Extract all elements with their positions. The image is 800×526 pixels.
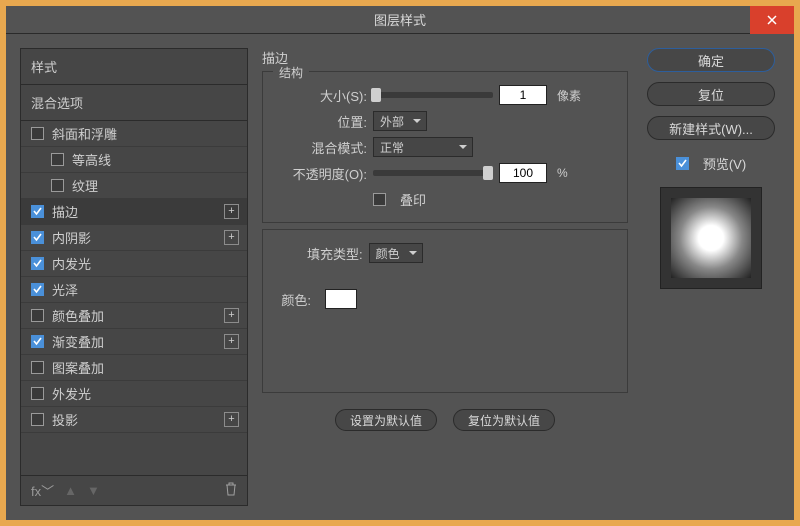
effect-item-8[interactable]: 渐变叠加 + xyxy=(21,329,247,355)
layer-style-dialog: 图层样式 样式 混合选项 斜面和浮雕等高线纹理描边+内阴影+内发光光泽颜色叠加+… xyxy=(6,6,794,520)
stroke-settings-panel: 描边 结构 大小(S): 像素 位置: 外部 混合模式: 正常 xyxy=(262,48,628,506)
size-input[interactable] xyxy=(499,85,547,105)
effect-label: 描边 xyxy=(52,202,78,221)
add-effect-icon[interactable]: + xyxy=(224,230,239,245)
effect-label: 光泽 xyxy=(52,280,78,299)
effect-checkbox[interactable] xyxy=(31,387,44,400)
effect-checkbox[interactable] xyxy=(51,153,64,166)
effect-label: 斜面和浮雕 xyxy=(52,124,117,143)
effect-item-5[interactable]: 内发光 xyxy=(21,251,247,277)
effect-checkbox[interactable] xyxy=(31,283,44,296)
filltype-label: 填充类型: xyxy=(307,244,363,263)
effect-item-0[interactable]: 斜面和浮雕 xyxy=(21,121,247,147)
effect-label: 投影 xyxy=(52,410,78,429)
set-default-button[interactable]: 设置为默认值 xyxy=(335,409,437,431)
close-icon xyxy=(767,15,777,25)
preview-box xyxy=(660,187,762,289)
size-slider[interactable] xyxy=(373,92,493,98)
preview-label: 预览(V) xyxy=(703,154,746,173)
overprint-checkbox[interactable] xyxy=(373,193,386,206)
reset-default-button[interactable]: 复位为默认值 xyxy=(453,409,555,431)
effect-checkbox[interactable] xyxy=(31,361,44,374)
ok-button[interactable]: 确定 xyxy=(647,48,775,72)
effect-item-9[interactable]: 图案叠加 xyxy=(21,355,247,381)
sidebar-header-styles[interactable]: 样式 xyxy=(21,49,247,85)
effect-label: 纹理 xyxy=(72,176,98,195)
effect-label: 外发光 xyxy=(52,384,91,403)
opacity-label: 不透明度(O): xyxy=(277,164,367,183)
effect-label: 内发光 xyxy=(52,254,91,273)
color-label: 颜色: xyxy=(277,290,311,309)
effect-item-6[interactable]: 光泽 xyxy=(21,277,247,303)
effect-checkbox[interactable] xyxy=(31,257,44,270)
effect-checkbox[interactable] xyxy=(31,335,44,348)
opacity-input[interactable] xyxy=(499,163,547,183)
effect-item-7[interactable]: 颜色叠加 + xyxy=(21,303,247,329)
effect-item-1[interactable]: 等高线 xyxy=(21,147,247,173)
sidebar-header-blend-options[interactable]: 混合选项 xyxy=(21,85,247,121)
effect-checkbox[interactable] xyxy=(31,413,44,426)
effect-item-2[interactable]: 纹理 xyxy=(21,173,247,199)
effect-checkbox[interactable] xyxy=(31,309,44,322)
fill-fieldset: 填充类型: 颜色 颜色: xyxy=(262,229,628,393)
effect-item-10[interactable]: 外发光 xyxy=(21,381,247,407)
structure-legend: 结构 xyxy=(273,64,309,81)
move-up-icon[interactable]: ▲ xyxy=(64,483,77,498)
size-unit: 像素 xyxy=(557,87,581,104)
effect-checkbox[interactable] xyxy=(31,205,44,218)
size-label: 大小(S): xyxy=(277,86,367,105)
position-select[interactable]: 外部 xyxy=(373,111,427,131)
add-effect-icon[interactable]: + xyxy=(224,308,239,323)
reset-button[interactable]: 复位 xyxy=(647,82,775,106)
effect-label: 颜色叠加 xyxy=(52,306,104,325)
window-title: 图层样式 xyxy=(374,10,426,29)
effect-item-4[interactable]: 内阴影 + xyxy=(21,225,247,251)
dialog-actions: 确定 复位 新建样式(W)... 预览(V) xyxy=(642,48,780,506)
opacity-slider[interactable] xyxy=(373,170,493,176)
add-effect-icon[interactable]: + xyxy=(224,334,239,349)
effect-checkbox[interactable] xyxy=(31,231,44,244)
effect-checkbox[interactable] xyxy=(31,127,44,140)
titlebar: 图层样式 xyxy=(6,6,794,34)
move-down-icon[interactable]: ▼ xyxy=(87,483,100,498)
structure-fieldset: 结构 大小(S): 像素 位置: 外部 混合模式: 正常 不透明度(O): xyxy=(262,71,628,223)
effect-label: 图案叠加 xyxy=(52,358,104,377)
add-effect-icon[interactable]: + xyxy=(224,204,239,219)
overprint-label: 叠印 xyxy=(400,190,426,209)
close-button[interactable] xyxy=(750,6,794,34)
panel-title: 描边 xyxy=(262,48,628,67)
sidebar-footer: fx﹀ ▲ ▼ xyxy=(21,475,247,505)
opacity-unit: % xyxy=(557,166,568,180)
blend-mode-select[interactable]: 正常 xyxy=(373,137,473,157)
filltype-select[interactable]: 颜色 xyxy=(369,243,423,263)
effect-item-3[interactable]: 描边 + xyxy=(21,199,247,225)
new-style-button[interactable]: 新建样式(W)... xyxy=(647,116,775,140)
blend-mode-label: 混合模式: xyxy=(277,138,367,157)
fx-menu-icon[interactable]: fx﹀ xyxy=(31,481,54,500)
effect-checkbox[interactable] xyxy=(51,179,64,192)
styles-sidebar: 样式 混合选项 斜面和浮雕等高线纹理描边 + 内阴影 + 内发光光泽颜色叠加 + 渐变叠加 +… xyxy=(20,48,248,506)
position-label: 位置: xyxy=(277,112,367,131)
effects-list: 斜面和浮雕等高线纹理描边 + 内阴影 + 内发光光泽颜色叠加 + 渐变叠加 + 图案叠加外发光投… xyxy=(21,121,247,475)
effect-label: 内阴影 xyxy=(52,228,91,247)
effect-item-11[interactable]: 投影 + xyxy=(21,407,247,433)
preview-checkbox[interactable] xyxy=(676,157,689,170)
color-swatch[interactable] xyxy=(325,289,357,309)
effect-label: 等高线 xyxy=(72,150,111,169)
trash-icon[interactable] xyxy=(225,482,237,499)
add-effect-icon[interactable]: + xyxy=(224,412,239,427)
effect-label: 渐变叠加 xyxy=(52,332,104,351)
